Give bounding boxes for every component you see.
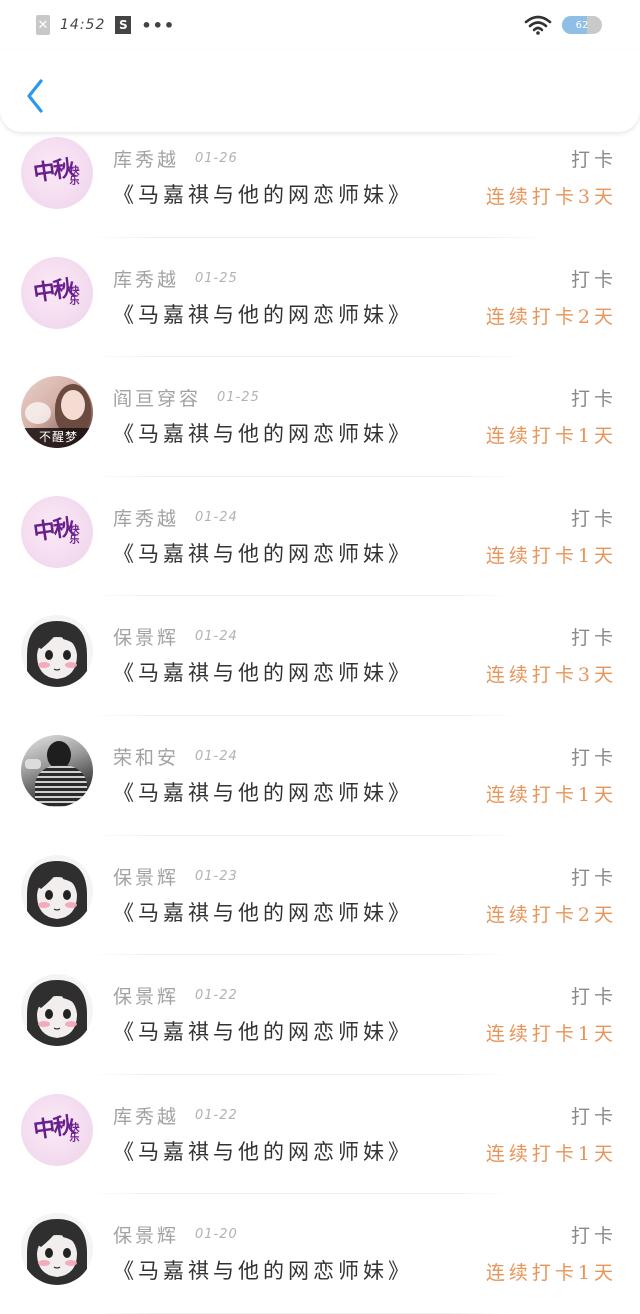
notification-close-icon: ✕: [36, 15, 50, 35]
back-button[interactable]: [18, 76, 52, 116]
checkin-label: 打卡: [570, 866, 617, 889]
sketch-avatar[interactable]: [21, 615, 93, 688]
checkin-date: 01-22: [195, 1107, 238, 1123]
checkin-list: 中秋 快乐 库秀越 01-26 《马嘉祺与他的网恋师妹》 打卡 连续打卡3天 中秋…: [0, 118, 640, 1314]
checkin-date: 01-22: [195, 988, 238, 1004]
user-name: 保景辉: [113, 627, 180, 650]
book-title[interactable]: 《马嘉祺与他的网恋师妹》: [113, 1255, 413, 1285]
screenshot-s-icon: S: [115, 16, 132, 34]
mid-autumn-avatar[interactable]: 中秋 快乐: [21, 1093, 93, 1166]
user-name: 保景辉: [113, 866, 180, 889]
list-item[interactable]: 中秋 快乐 库秀越 01-25 《马嘉祺与他的网恋师妹》 打卡 连续打卡2天: [0, 238, 640, 358]
sketch-portrait: [27, 980, 87, 1047]
bw-portrait-hand: [25, 758, 41, 769]
list-item[interactable]: 中秋 快乐 库秀越 01-26 《马嘉祺与他的网恋师妹》 打卡 连续打卡3天: [0, 118, 640, 238]
avatar-caption: 不醒梦: [39, 430, 79, 445]
sketch-portrait: [27, 860, 87, 927]
streak-label: 连续打卡1天: [485, 544, 617, 567]
sketch-avatar[interactable]: [21, 1213, 93, 1286]
book-title[interactable]: 《马嘉祺与他的网恋师妹》: [113, 538, 413, 568]
checkin-date: 01-24: [195, 748, 238, 764]
list-item[interactable]: 中秋 快乐 库秀越 01-24 《马嘉祺与他的网恋师妹》 打卡 连续打卡1天: [0, 477, 640, 597]
mid-autumn-art-sub: 快乐: [67, 1121, 78, 1142]
list-item[interactable]: 不醒梦 阎亘穿容 01-25 《马嘉祺与他的网恋师妹》 打卡 连续打卡1天: [0, 357, 640, 477]
user-name: 保景辉: [113, 986, 180, 1009]
mid-autumn-avatar[interactable]: 中秋 快乐: [21, 495, 93, 568]
list-item[interactable]: 中秋 快乐 库秀越 01-22 《马嘉祺与他的网恋师妹》 打卡 连续打卡1天: [0, 1075, 640, 1195]
checkin-label: 打卡: [570, 746, 617, 769]
user-name: 库秀越: [113, 507, 180, 530]
checkin-label: 打卡: [570, 149, 617, 171]
book-title[interactable]: 《马嘉祺与他的网恋师妹》: [113, 179, 413, 209]
checkin-date: 01-26: [195, 151, 238, 166]
list-item[interactable]: 保景辉 01-22 《马嘉祺与他的网恋师妹》 打卡 连续打卡1天: [0, 955, 640, 1075]
photo-avatar[interactable]: 不醒梦: [21, 376, 93, 449]
book-title[interactable]: 《马嘉祺与他的网恋师妹》: [113, 299, 413, 329]
streak-label: 连续打卡1天: [485, 1142, 617, 1165]
status-bar: ✕ 14:52 S ••• 62: [0, 0, 640, 50]
checkin-date: 01-25: [195, 270, 238, 286]
checkin-label: 打卡: [570, 388, 617, 411]
checkin-label: 打卡: [570, 986, 617, 1009]
checkin-label: 打卡: [570, 507, 617, 530]
user-name: 库秀越: [113, 1105, 180, 1128]
mid-autumn-avatar[interactable]: 中秋 快乐: [21, 137, 93, 209]
status-bar-left: ✕ 14:52 S •••: [36, 14, 175, 36]
user-name: 库秀越: [113, 268, 180, 291]
checkin-label: 打卡: [570, 627, 617, 650]
portrait-face: [61, 390, 85, 421]
checkin-date: 01-24: [195, 629, 238, 645]
checkin-date: 01-24: [195, 509, 238, 525]
streak-label: 连续打卡2天: [485, 305, 617, 328]
mid-autumn-art-sub: 快乐: [67, 165, 78, 185]
streak-label: 连续打卡1天: [485, 1023, 617, 1046]
chevron-left-icon: [27, 79, 43, 113]
user-name: 库秀越: [113, 149, 180, 171]
sketch-avatar[interactable]: [21, 974, 93, 1047]
list-item[interactable]: 保景辉 01-24 《马嘉祺与他的网恋师妹》 打卡 连续打卡3天: [0, 596, 640, 716]
checkin-label: 打卡: [570, 1225, 617, 1248]
bw-portrait-body: [35, 764, 87, 807]
user-name: 荣和安: [113, 746, 180, 769]
sketch-avatar[interactable]: [21, 854, 93, 927]
wifi-icon: [524, 15, 552, 35]
book-title[interactable]: 《马嘉祺与他的网恋师妹》: [113, 777, 413, 807]
streak-label: 连续打卡1天: [485, 1262, 617, 1285]
streak-label: 连续打卡1天: [485, 425, 617, 448]
user-name: 阎亘穿容: [113, 388, 202, 411]
battery-level: 62: [575, 19, 589, 31]
sketch-portrait: [27, 621, 87, 688]
status-time: 14:52: [60, 17, 106, 33]
mid-autumn-avatar[interactable]: 中秋 快乐: [21, 256, 93, 329]
book-title[interactable]: 《马嘉祺与他的网恋师妹》: [113, 418, 413, 448]
more-notifications-icon: •••: [141, 15, 176, 35]
streak-label: 连续打卡2天: [485, 903, 617, 926]
list-item[interactable]: 荣和安 01-24 《马嘉祺与他的网恋师妹》 打卡 连续打卡1天: [0, 716, 640, 836]
streak-label: 连续打卡3天: [485, 186, 617, 208]
sketch-portrait: [27, 1219, 87, 1286]
checkin-date: 01-25: [217, 390, 260, 406]
bw-photo-avatar[interactable]: [21, 734, 93, 807]
battery-icon: 62: [562, 16, 602, 34]
checkin-label: 打卡: [570, 1105, 617, 1128]
mid-autumn-art-sub: 快乐: [67, 284, 78, 305]
status-bar-right: 62: [524, 14, 602, 36]
checkin-date: 01-23: [195, 868, 238, 884]
checkin-label: 打卡: [570, 268, 617, 291]
streak-label: 连续打卡1天: [485, 783, 617, 806]
list-item[interactable]: 保景辉 01-23 《马嘉祺与他的网恋师妹》 打卡 连续打卡2天: [0, 836, 640, 956]
book-title[interactable]: 《马嘉祺与他的网恋师妹》: [113, 657, 413, 687]
book-title[interactable]: 《马嘉祺与他的网恋师妹》: [113, 1136, 413, 1166]
nav-bar: [0, 50, 640, 132]
streak-label: 连续打卡3天: [485, 664, 617, 687]
list-item[interactable]: 保景辉 01-20 《马嘉祺与他的网恋师妹》 打卡 连续打卡1天: [0, 1194, 640, 1314]
mid-autumn-art-sub: 快乐: [67, 523, 78, 544]
book-title[interactable]: 《马嘉祺与他的网恋师妹》: [113, 1016, 413, 1046]
portrait-flowers: [25, 402, 51, 425]
book-title[interactable]: 《马嘉祺与他的网恋师妹》: [113, 897, 413, 927]
user-name: 保景辉: [113, 1225, 180, 1248]
checkin-date: 01-20: [195, 1227, 238, 1243]
